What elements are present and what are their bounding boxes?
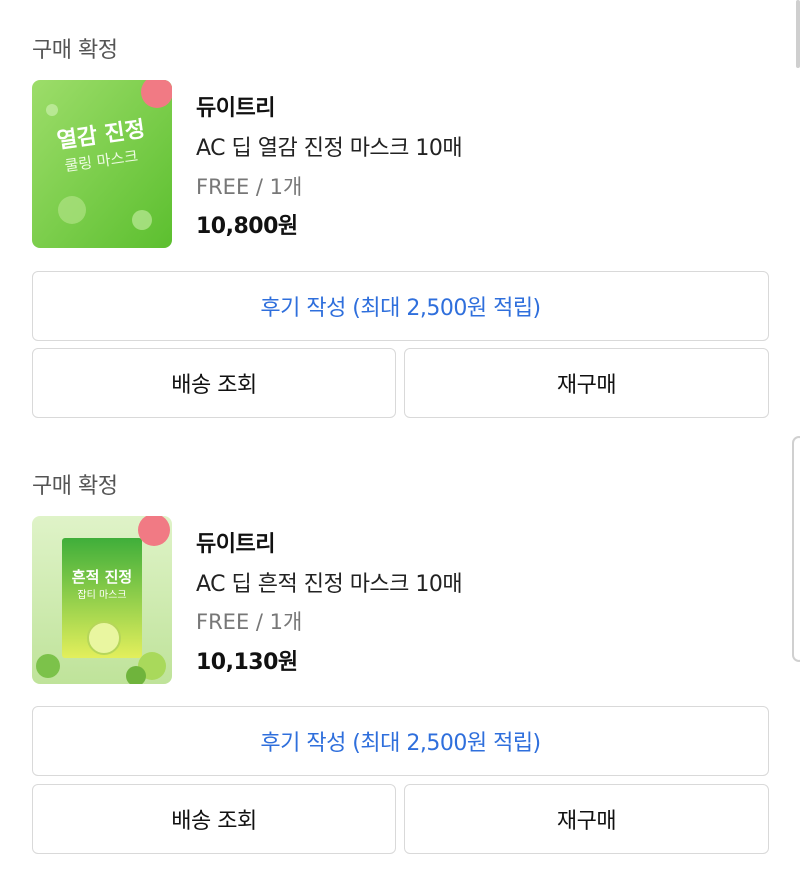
write-review-button[interactable]: 후기 작성 (최대 2,500원 적립) — [32, 271, 769, 341]
product-thumbnail[interactable]: 열감 진정 쿨링 마스크 — [32, 80, 172, 248]
product-thumbnail[interactable]: 흔적 진정 잡티 마스크 — [32, 516, 172, 684]
brand-name[interactable]: 듀이트리 — [196, 526, 275, 558]
product-name[interactable]: AC 딥 열감 진정 마스크 10매 — [196, 130, 463, 162]
product-price: 10,800원 — [196, 214, 298, 239]
order-status: 구매 확정 — [32, 38, 118, 63]
order-status: 구매 확정 — [32, 474, 118, 499]
side-panel-handle[interactable] — [792, 436, 800, 662]
write-review-button[interactable]: 후기 작성 (최대 2,500원 적립) — [32, 706, 769, 776]
cooling-mask-product-image: 열감 진정 쿨링 마스크 — [32, 80, 172, 248]
product-option: FREE / 1개 — [196, 610, 303, 634]
thumb-subtitle: 잡티 마스크 — [77, 589, 126, 601]
product-option: FREE / 1개 — [196, 175, 303, 199]
trace-mask-product-image: 흔적 진정 잡티 마스크 — [32, 516, 172, 684]
track-shipping-button[interactable]: 배송 조회 — [32, 348, 396, 418]
track-shipping-button[interactable]: 배송 조회 — [32, 784, 396, 854]
product-name[interactable]: AC 딥 흔적 진정 마스크 10매 — [196, 566, 463, 598]
product-price: 10,130원 — [196, 650, 298, 675]
thumb-title: 흔적 진정 — [72, 568, 132, 586]
scrollbar-top[interactable] — [796, 0, 800, 68]
brand-name[interactable]: 듀이트리 — [196, 90, 275, 122]
rebuy-button[interactable]: 재구매 — [404, 348, 769, 418]
rebuy-button[interactable]: 재구매 — [404, 784, 769, 854]
